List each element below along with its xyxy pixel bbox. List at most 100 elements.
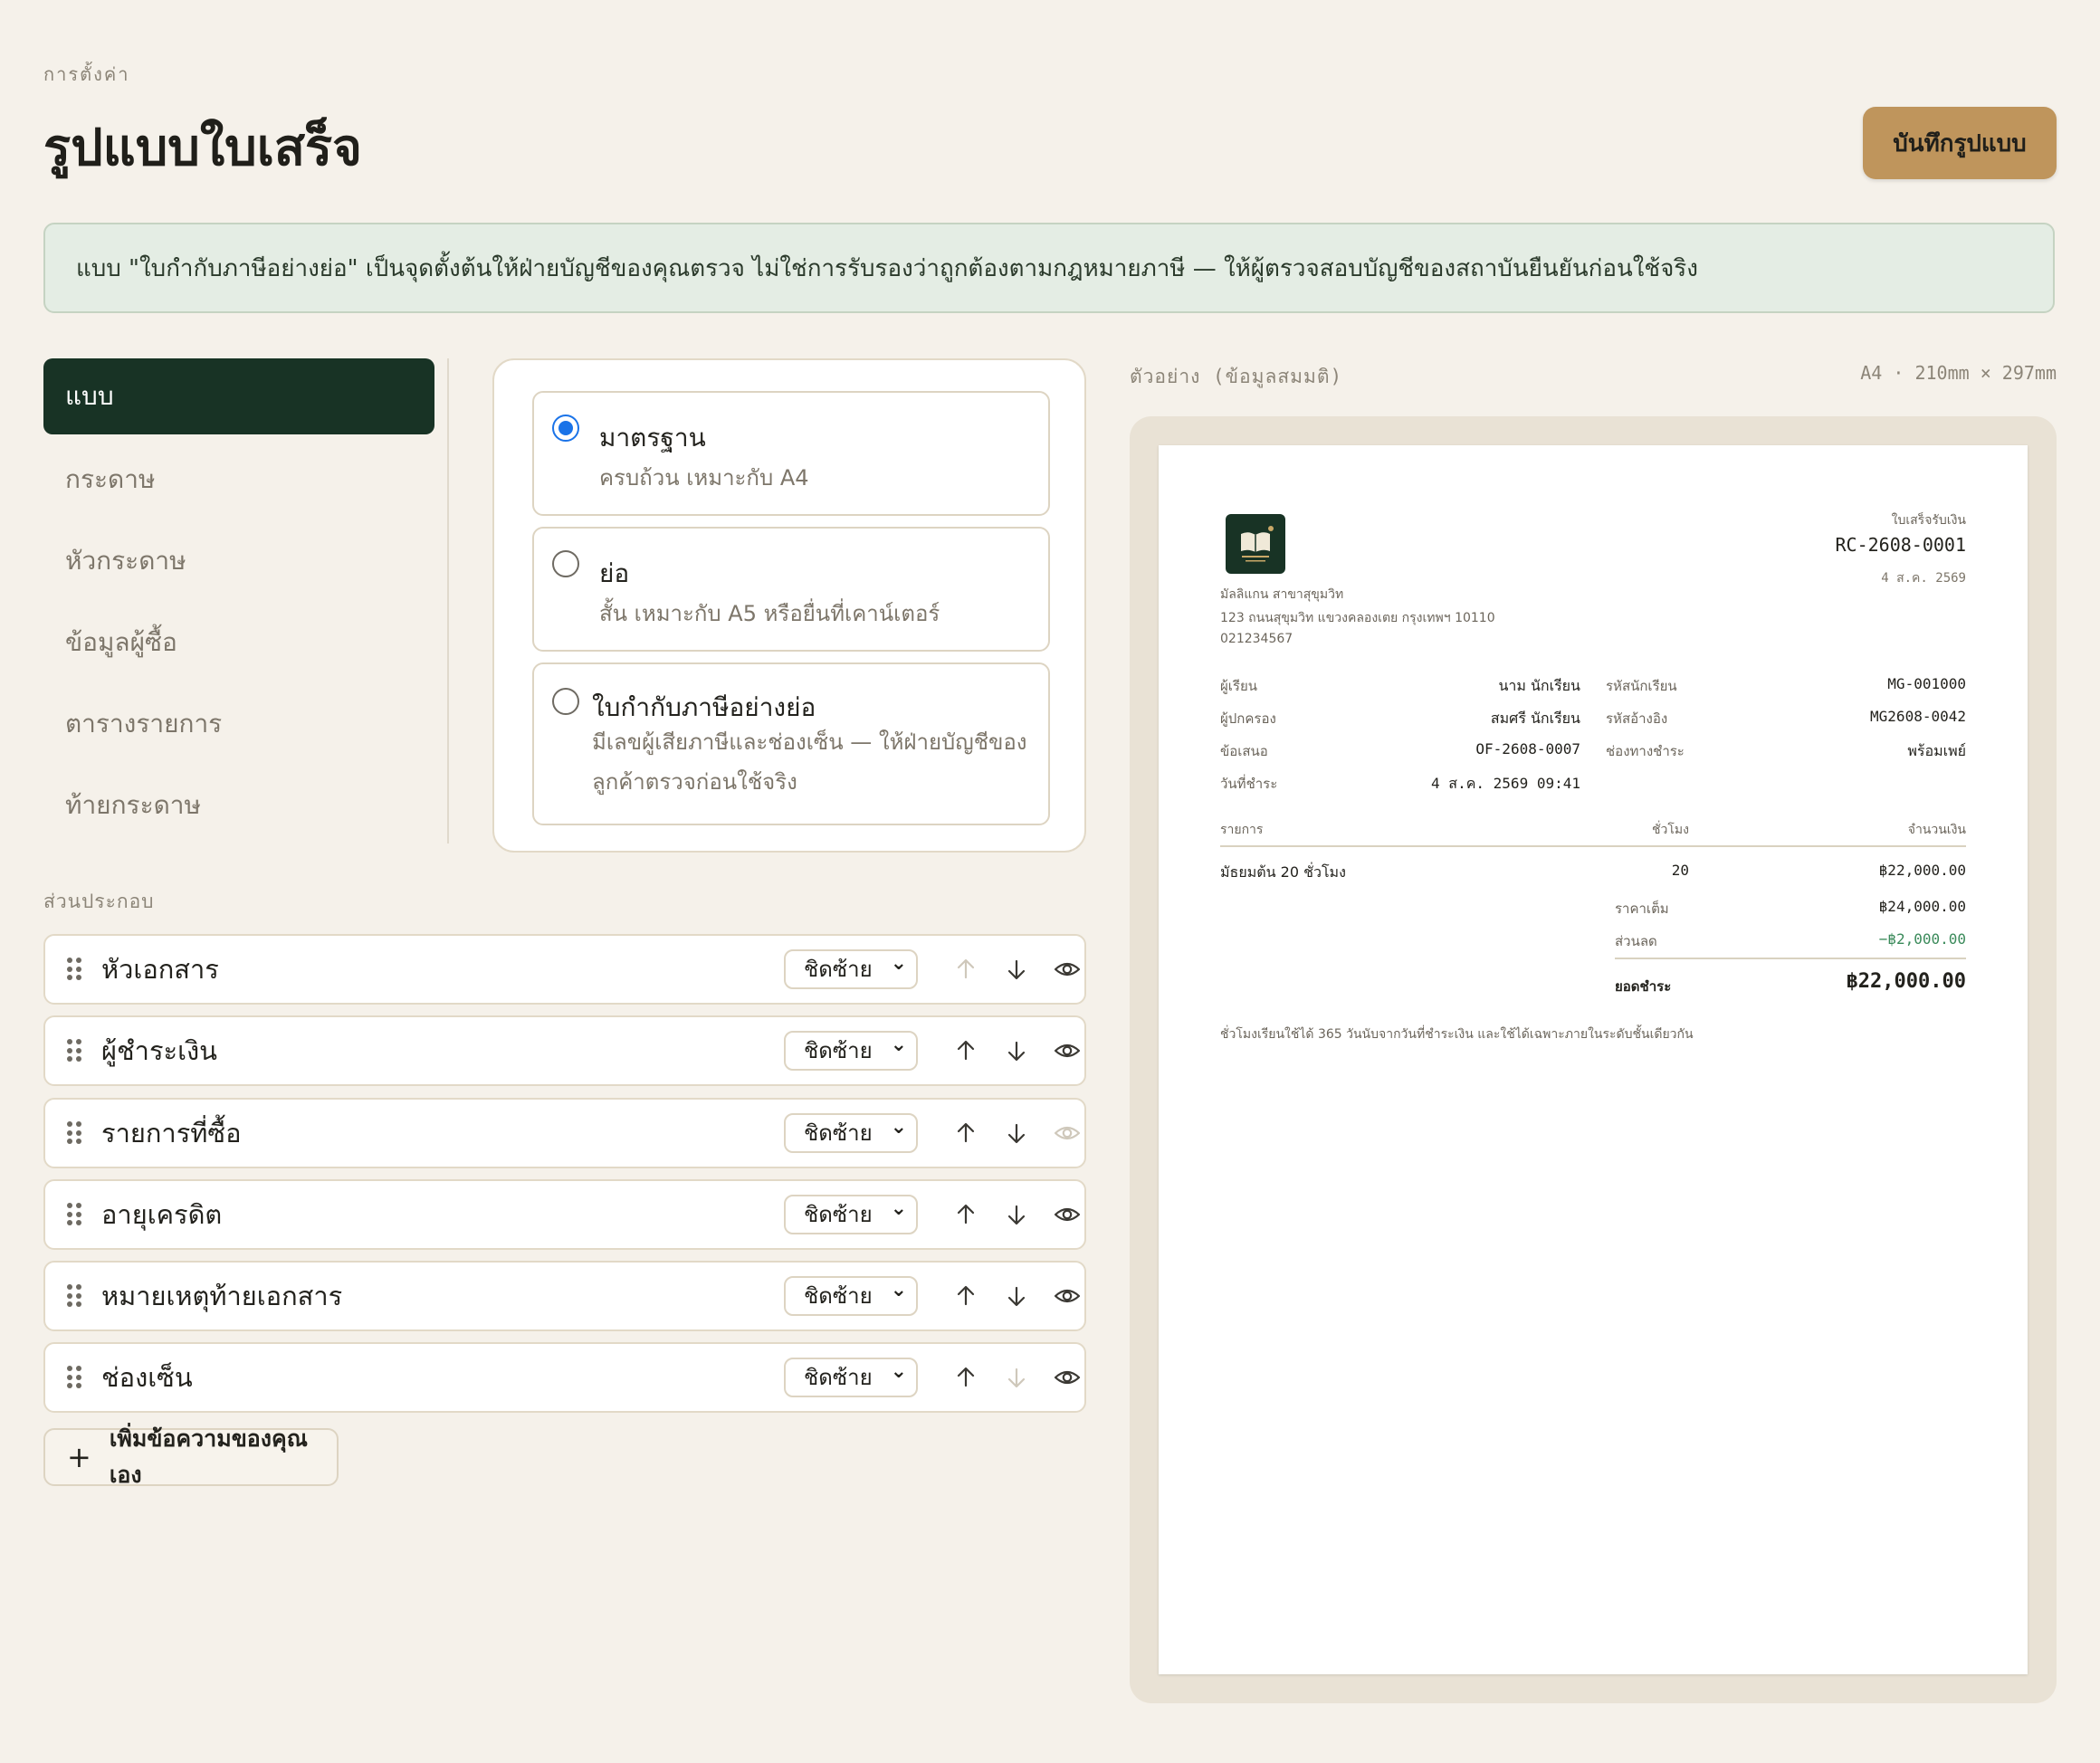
sidebar-item-label: หัวกระดาษ — [65, 546, 186, 576]
alignment-select[interactable]: ชิดซ้าย ⌄ — [784, 1276, 918, 1316]
field-value: 4 ส.ค. 2569 09:41 — [1431, 775, 1580, 792]
arrow-down-icon — [1001, 1123, 1032, 1152]
move-down-button[interactable] — [1001, 1281, 1032, 1311]
eye-icon — [1052, 1370, 1083, 1396]
alignment-select[interactable]: ชิดซ้าย ⌄ — [784, 1031, 918, 1071]
style-option-tax-invoice[interactable]: ใบกำกับภาษีอย่างย่อ มีเลขผู้เสียภาษีและช… — [532, 662, 1050, 825]
visibility-toggle[interactable] — [1052, 1199, 1083, 1230]
notice-text: แบบ "ใบกำกับภาษีอย่างย่อ" เป็นจุดตั้งต้น… — [76, 254, 1698, 282]
field-value: นาม นักเรียน — [1498, 677, 1580, 694]
option-description: ครบถ้วน เหมาะกับ A4 — [599, 465, 809, 491]
chevron-down-icon: ⌄ — [890, 1034, 907, 1056]
sidebar-item-label: ตารางรายการ — [65, 709, 223, 739]
eye-icon — [1052, 962, 1083, 988]
receipt-number: RC-2608-0001 — [1835, 534, 1967, 556]
sidebar-item-footer[interactable]: ท้ายกระดาษ — [43, 767, 434, 843]
move-down-button[interactable] — [1001, 1118, 1032, 1148]
component-row-credit-term[interactable]: อายุเครดิต ชิดซ้าย ⌄ — [43, 1179, 1086, 1250]
component-row-payer[interactable]: ผู้ชำระเงิน ชิดซ้าย ⌄ — [43, 1015, 1086, 1086]
total-label: ยอดชำระ — [1615, 978, 1672, 995]
component-label: ช่องเซ็น — [101, 1362, 193, 1393]
option-description: สั้น เหมาะกับ A5 หรือยื่นที่เคาน์เตอร์ — [599, 601, 940, 626]
component-row-header[interactable]: หัวเอกสาร ชิดซ้าย ⌄ — [43, 934, 1086, 1005]
org-phone: 021234567 — [1220, 632, 1293, 646]
component-label: หมายเหตุท้ายเอกสาร — [101, 1281, 343, 1311]
arrow-down-icon — [1001, 1205, 1032, 1234]
component-row-document-note[interactable]: หมายเหตุท้ายเอกสาร ชิดซ้าย ⌄ — [43, 1261, 1086, 1331]
drag-handle-icon[interactable] — [67, 1203, 81, 1226]
sidebar-item-buyer-info[interactable]: ข้อมูลผู้ซื้อ — [43, 605, 434, 681]
subtotal-label: ราคาเต็ม — [1615, 901, 1669, 917]
save-format-button[interactable]: บันทึกรูปแบบ — [1863, 107, 2057, 179]
table-header-hours: ชั่วโมง — [1652, 823, 1689, 837]
add-custom-text-label: เพิ่มข้อความของคุณเอง — [109, 1425, 308, 1488]
arrow-down-icon — [1001, 959, 1032, 988]
sidebar-item-label: ท้ายกระดาษ — [65, 790, 201, 820]
sidebar-item-paper[interactable]: กระดาษ — [43, 442, 434, 518]
component-label: รายการที่ซื้อ — [101, 1118, 242, 1148]
style-option-compact[interactable]: ย่อ สั้น เหมาะกับ A5 หรือยื่นที่เคาน์เตอ… — [532, 527, 1050, 652]
sidebar-item-style[interactable]: แบบ — [43, 358, 434, 434]
drag-handle-icon[interactable] — [67, 1121, 81, 1145]
visibility-toggle[interactable] — [1052, 954, 1083, 985]
drag-handle-icon[interactable] — [67, 958, 81, 981]
chevron-down-icon: ⌄ — [890, 1116, 907, 1139]
field-value: พร้อมเพย์ — [1907, 742, 1966, 759]
move-down-button[interactable] — [1001, 1035, 1032, 1066]
component-row-signature[interactable]: ช่องเซ็น ชิดซ้าย ⌄ — [43, 1342, 1086, 1413]
style-option-standard[interactable]: มาตรฐาน ครบถ้วน เหมาะกับ A4 — [532, 391, 1050, 516]
discount-label: ส่วนลด — [1615, 933, 1657, 949]
chevron-down-icon: ⌄ — [890, 1279, 907, 1301]
drag-handle-icon[interactable] — [67, 1366, 81, 1389]
receipt-footnote: ชั่วโมงเรียนใช้ได้ 365 วันนับจากวันที่ชำ… — [1220, 1027, 1694, 1042]
alignment-select[interactable]: ชิดซ้าย ⌄ — [784, 949, 918, 989]
drag-handle-icon[interactable] — [67, 1284, 81, 1308]
move-up-button[interactable] — [950, 1199, 981, 1230]
component-label: หัวเอกสาร — [101, 954, 219, 985]
field-label: ผู้เรียน — [1220, 678, 1258, 694]
org-name: มัลลิแกน สาขาสุขุมวิท — [1220, 587, 1344, 602]
field-label: รหัสอ้างอิง — [1606, 710, 1668, 727]
field-label: ข้อเสนอ — [1220, 743, 1268, 759]
table-divider — [1220, 845, 1966, 847]
alignment-select[interactable]: ชิดซ้าย ⌄ — [784, 1113, 918, 1153]
total-divider — [1615, 958, 1966, 959]
item-name: มัธยมต้น 20 ชั่วโมง — [1220, 863, 1346, 881]
visibility-toggle[interactable] — [1052, 1035, 1083, 1066]
sidebar-item-item-table[interactable]: ตารางรายการ — [43, 686, 434, 762]
move-up-button[interactable] — [950, 1281, 981, 1311]
alignment-select[interactable]: ชิดซ้าย ⌄ — [784, 1358, 918, 1397]
eye-icon — [1052, 1126, 1083, 1152]
chevron-down-icon: ⌄ — [890, 952, 907, 975]
sidebar-item-letterhead[interactable]: หัวกระดาษ — [43, 523, 434, 599]
radio-selected[interactable] — [552, 415, 579, 442]
receipt-doc-type: ใบเสร็จรับเงิน — [1891, 513, 1966, 528]
move-down-button[interactable] — [1001, 954, 1032, 985]
move-up-button[interactable] — [950, 1035, 981, 1066]
add-custom-text-button[interactable]: + เพิ่มข้อความของคุณเอง — [43, 1425, 339, 1488]
move-down-button — [1001, 1362, 1032, 1393]
move-up-button[interactable] — [950, 1118, 981, 1148]
radio-unselected[interactable] — [552, 550, 579, 577]
option-description-line2: ลูกค้าตรวจก่อนใช้จริง — [592, 769, 797, 795]
visibility-toggle[interactable] — [1052, 1118, 1083, 1148]
visibility-toggle[interactable] — [1052, 1281, 1083, 1311]
eye-icon — [1052, 1044, 1083, 1070]
field-label: ช่องทางชำระ — [1606, 743, 1685, 759]
component-row-purchased-items[interactable]: รายการที่ซื้อ ชิดซ้าย ⌄ — [43, 1098, 1086, 1168]
component-label: อายุเครดิต — [101, 1199, 223, 1230]
style-options-card: มาตรฐาน ครบถ้วน เหมาะกับ A4 ย่อ สั้น เหม… — [492, 358, 1086, 853]
alignment-value: ชิดซ้าย — [804, 1202, 873, 1227]
visibility-toggle[interactable] — [1052, 1362, 1083, 1393]
alignment-select[interactable]: ชิดซ้าย ⌄ — [784, 1195, 918, 1234]
eye-icon — [1052, 1289, 1083, 1315]
field-label: วันที่ชำระ — [1220, 776, 1278, 792]
move-down-button[interactable] — [1001, 1199, 1032, 1230]
drag-handle-icon[interactable] — [67, 1039, 81, 1063]
field-value: OF-2608-0007 — [1475, 740, 1580, 758]
alignment-value: ชิดซ้าย — [804, 1283, 873, 1309]
move-up-button[interactable] — [950, 1362, 981, 1393]
option-title: ย่อ — [599, 558, 630, 588]
radio-unselected[interactable] — [552, 688, 579, 715]
arrow-up-icon — [950, 1285, 981, 1315]
